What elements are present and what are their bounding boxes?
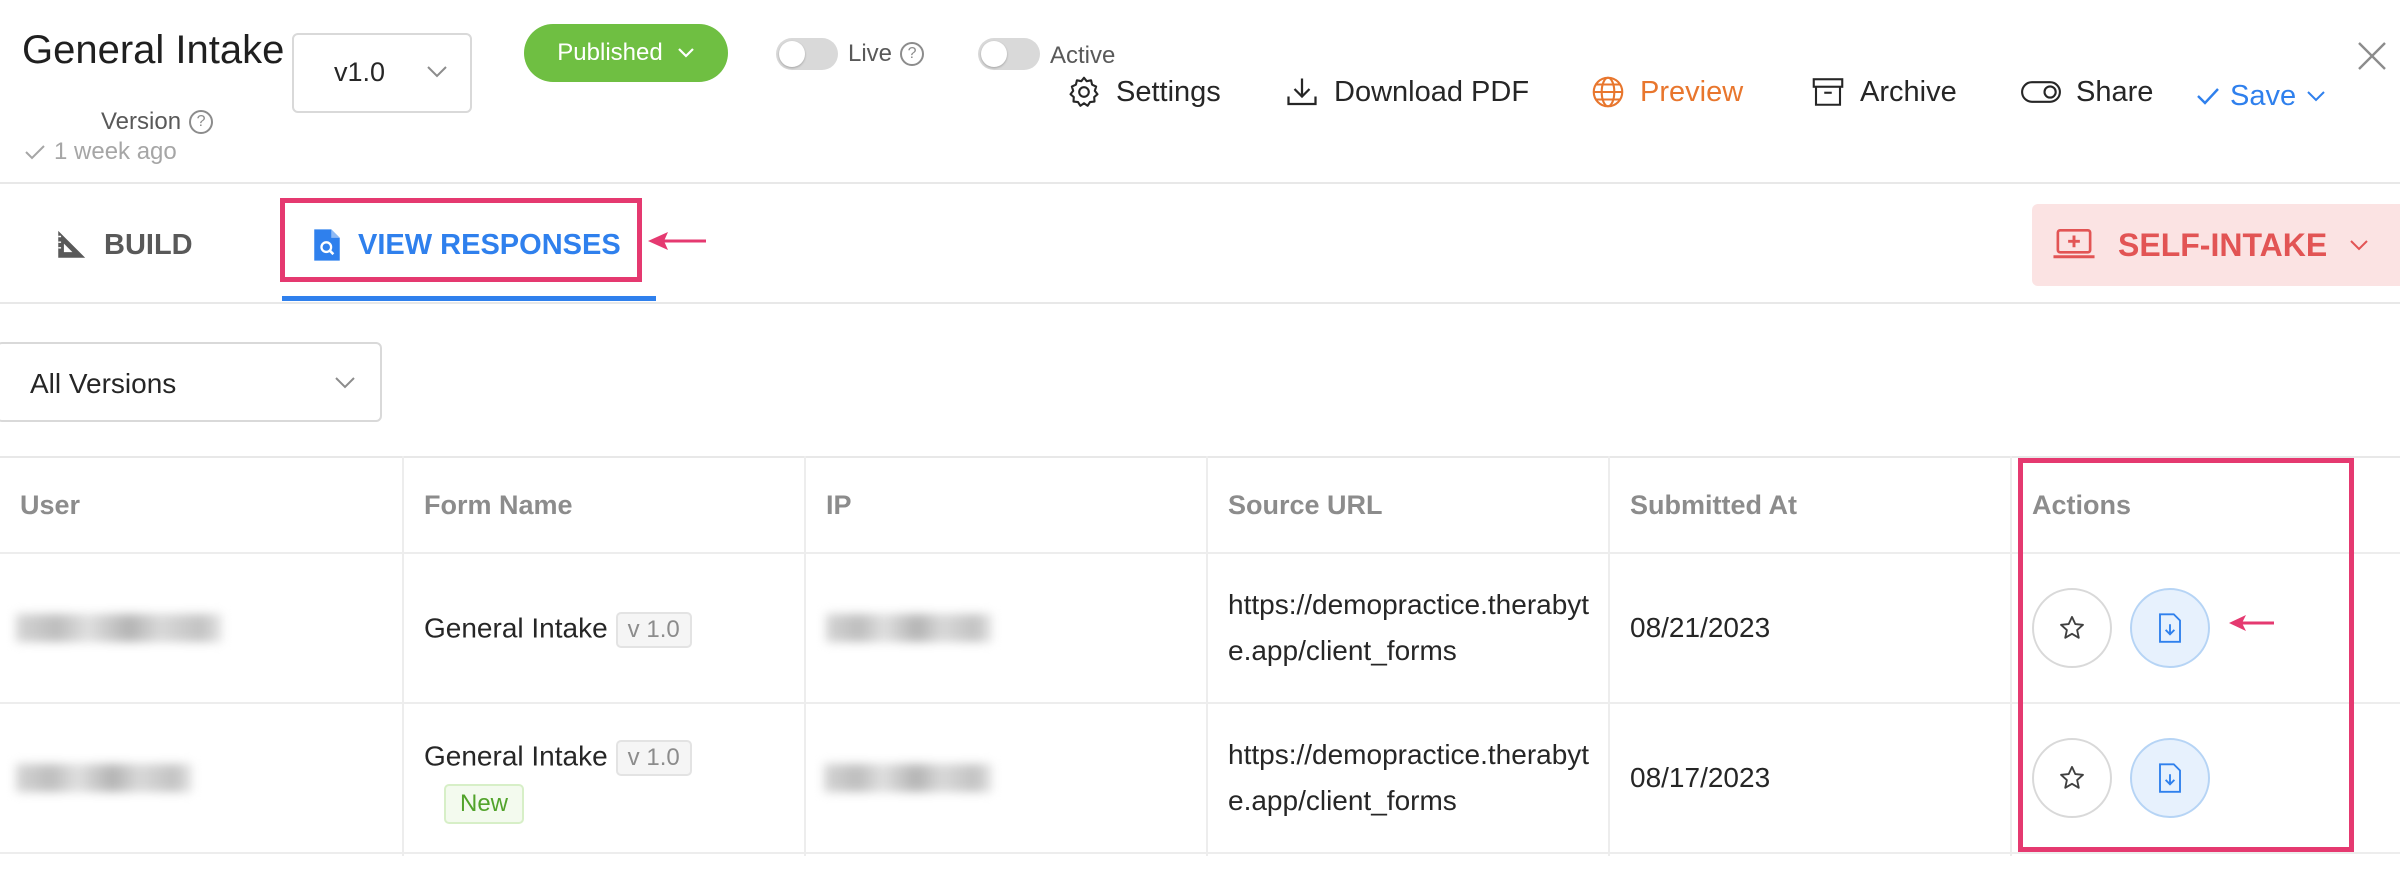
self-intake-label: SELF-INTAKE bbox=[2118, 226, 2328, 263]
row-divider bbox=[0, 852, 2400, 854]
column-header-submitted-at[interactable]: Submitted At bbox=[1630, 490, 1797, 521]
annotation-highlight-actions bbox=[2018, 458, 2354, 852]
active-toggle[interactable] bbox=[978, 38, 1040, 70]
live-label-text: Live bbox=[848, 40, 893, 67]
check-icon bbox=[25, 145, 45, 160]
chevron-down-icon bbox=[2307, 91, 2325, 102]
annotation-arrow-icon bbox=[648, 232, 706, 250]
version-tag: v 1.0 bbox=[615, 612, 692, 648]
source-url-cell[interactable]: https://demopractice.therabyte.app/clien… bbox=[1228, 732, 1608, 824]
preview-label: Preview bbox=[1640, 75, 1744, 108]
chevron-down-icon bbox=[677, 48, 694, 58]
form-name-cell: General Intake v 1.0 bbox=[424, 612, 692, 648]
preview-button[interactable]: Preview bbox=[1590, 70, 1743, 114]
settings-button[interactable]: Settings bbox=[1066, 70, 1221, 114]
live-toggle[interactable] bbox=[776, 38, 838, 70]
globe-icon bbox=[1592, 76, 1624, 108]
active-label: Active bbox=[1050, 42, 1116, 69]
self-intake-button[interactable]: SELF-INTAKE bbox=[2032, 204, 2400, 286]
laptop-medical-icon bbox=[2053, 229, 2095, 259]
column-divider bbox=[804, 456, 806, 856]
version-select[interactable]: v1.0 bbox=[292, 33, 472, 113]
check-icon bbox=[2197, 88, 2219, 105]
column-divider bbox=[1206, 456, 1208, 856]
column-header-user[interactable]: User bbox=[20, 490, 80, 521]
download-icon bbox=[1287, 78, 1317, 106]
column-header-ip[interactable]: IP bbox=[826, 490, 852, 521]
ip-redacted bbox=[826, 614, 992, 642]
new-badge: New bbox=[444, 784, 525, 824]
settings-label: Settings bbox=[1116, 75, 1221, 108]
column-divider bbox=[402, 456, 404, 856]
chevron-down-icon bbox=[335, 377, 355, 389]
source-url-cell[interactable]: https://demopractice.therabyte.app/clien… bbox=[1228, 582, 1608, 674]
form-name-text: General Intake bbox=[424, 740, 608, 772]
tabs-divider bbox=[0, 302, 2400, 304]
version-tag: v 1.0 bbox=[615, 740, 692, 776]
user-redacted bbox=[16, 764, 192, 792]
form-name-text: General Intake bbox=[424, 612, 608, 644]
share-button[interactable]: Share bbox=[2020, 70, 2153, 114]
toggle-knob bbox=[981, 41, 1007, 67]
column-divider bbox=[1608, 456, 1610, 856]
ip-redacted bbox=[824, 764, 992, 792]
submitted-at-cell: 08/21/2023 bbox=[1630, 612, 1771, 643]
version-filter-select[interactable]: All Versions bbox=[0, 342, 382, 422]
last-updated-text: 1 week ago bbox=[54, 138, 177, 165]
column-divider bbox=[2010, 456, 2012, 856]
user-redacted bbox=[16, 614, 222, 642]
help-icon[interactable]: ? bbox=[900, 42, 925, 66]
save-dropdown-button[interactable]: Save bbox=[2196, 74, 2326, 118]
form-name-cell: General Intake v 1.0 bbox=[424, 740, 692, 776]
chevron-down-icon bbox=[427, 66, 447, 78]
header-divider bbox=[0, 182, 2400, 184]
active-tab-indicator bbox=[282, 296, 656, 301]
close-icon[interactable] bbox=[2356, 40, 2388, 72]
annotation-highlight-tab bbox=[280, 198, 642, 282]
status-dropdown-button[interactable]: Published bbox=[524, 24, 728, 82]
download-pdf-label: Download PDF bbox=[1334, 75, 1530, 108]
archive-label: Archive bbox=[1860, 75, 1957, 108]
share-label: Share bbox=[2076, 75, 2154, 108]
ruler-triangle-icon bbox=[58, 230, 86, 258]
status-label: Published bbox=[557, 39, 663, 66]
column-header-source-url[interactable]: Source URL bbox=[1228, 490, 1383, 521]
chevron-down-icon bbox=[2350, 240, 2368, 251]
gear-icon bbox=[1069, 76, 1099, 107]
version-label-text: Version bbox=[101, 108, 182, 135]
live-label: Live ? bbox=[848, 40, 925, 68]
version-select-value: v1.0 bbox=[334, 57, 386, 87]
archive-icon bbox=[1812, 78, 1844, 106]
form-title: General Intake bbox=[22, 28, 285, 72]
download-pdf-button[interactable]: Download PDF bbox=[1284, 70, 1529, 114]
toggle-knob bbox=[779, 41, 805, 67]
version-label: Version ? bbox=[101, 108, 214, 136]
tab-build[interactable]: BUILD bbox=[54, 220, 193, 270]
help-icon[interactable]: ? bbox=[189, 110, 214, 134]
last-updated: 1 week ago bbox=[24, 138, 177, 166]
toggle-icon bbox=[2021, 81, 2061, 103]
submitted-at-cell: 08/17/2023 bbox=[1630, 762, 1771, 793]
save-label: Save bbox=[2230, 79, 2297, 112]
column-header-form-name[interactable]: Form Name bbox=[424, 490, 573, 521]
archive-button[interactable]: Archive bbox=[1810, 70, 1957, 114]
tab-build-label: BUILD bbox=[104, 228, 193, 261]
version-filter-value: All Versions bbox=[30, 368, 177, 399]
